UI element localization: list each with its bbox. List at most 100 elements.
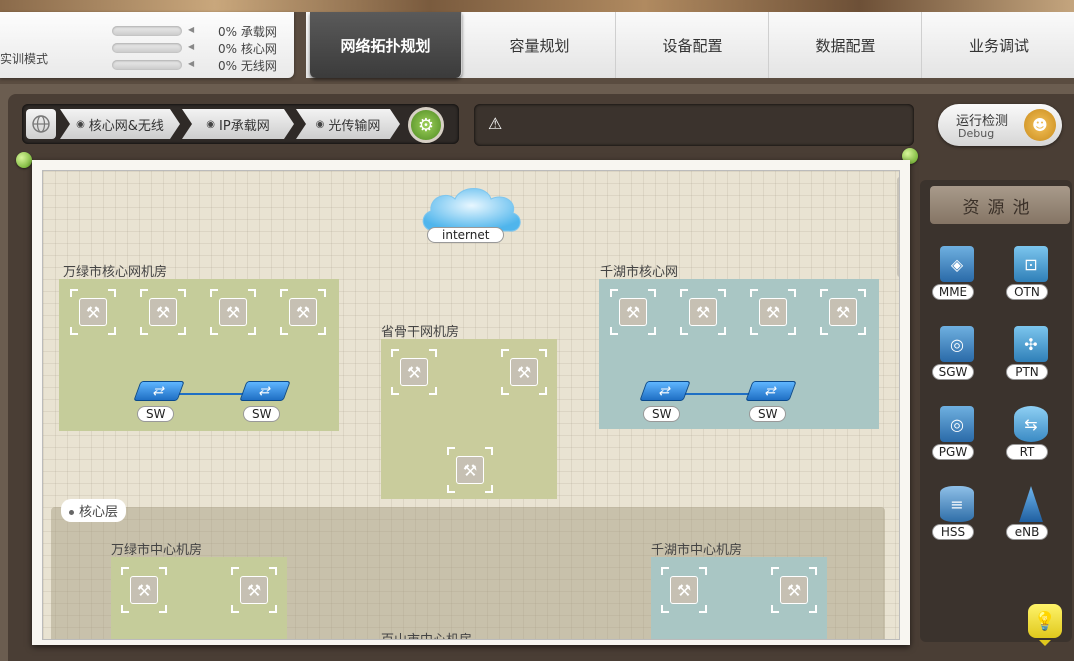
device-slot[interactable]: ⚒	[70, 289, 116, 335]
device-slot[interactable]: ⚒	[610, 289, 656, 335]
switch-icon: ⇄	[133, 381, 185, 401]
globe-button[interactable]	[26, 109, 56, 139]
tab-capacity[interactable]: 容量规划	[464, 12, 616, 78]
resource-label: MME	[932, 284, 974, 300]
core-layer-label: 核心层	[61, 499, 127, 522]
device-slot[interactable]: ⚒	[447, 447, 493, 493]
main-tabs: 网络拓扑规划 容量规划 设备配置 数据配置 业务调试	[306, 12, 1074, 78]
antenna-icon	[1019, 486, 1043, 522]
resource-sgw[interactable]: ◎ SGW	[932, 326, 982, 386]
settings-button[interactable]: ⚙	[408, 107, 444, 143]
wrench-icon: ⚒	[510, 358, 538, 386]
otn-icon: ⊡	[1014, 246, 1048, 282]
ptn-icon: ✣	[1014, 326, 1048, 362]
switch-icon: ⇄	[239, 381, 291, 401]
breadcrumb-ip-bearer[interactable]: ◉ IP承载网	[182, 109, 294, 139]
progress-text: 0% 核心网	[218, 42, 277, 56]
device-slot[interactable]: ⚒	[750, 289, 796, 335]
device-slot[interactable]: ⚒	[280, 289, 326, 335]
eye-icon: ◉	[315, 118, 325, 130]
resource-label: PTN	[1006, 364, 1048, 380]
breadcrumb-core-wireless[interactable]: ◉ 核心网&无线	[60, 109, 180, 139]
debug-button[interactable]: 运行检测 Debug ☻	[938, 104, 1062, 146]
resource-pool: 资源池 ◈ MME ⊡ OTN ◎ SGW ✣ PTN ◎ PGW ⇆ RT ≡ HSS eN…	[920, 180, 1072, 642]
mode-label: 实训模式	[0, 52, 49, 66]
device-slot[interactable]: ⚒	[140, 289, 186, 335]
warning-icon[interactable]: ⚠	[488, 114, 502, 133]
canvas-scrollbar[interactable]	[897, 177, 899, 277]
resource-mme[interactable]: ◈ MME	[932, 246, 982, 306]
device-slot[interactable]: ⚒	[391, 349, 437, 395]
layer-toolbar: ◉ 核心网&无线 ◉ IP承载网 ◉ 光传输网 ⚙	[22, 104, 459, 144]
device-slot[interactable]: ⚒	[820, 289, 866, 335]
eye-icon: ◉	[76, 118, 85, 130]
device-slot[interactable]: ⚒	[210, 289, 256, 335]
wrench-icon: ⚒	[780, 576, 808, 604]
device-slot[interactable]: ⚒	[771, 567, 817, 613]
resource-otn[interactable]: ⊡ OTN	[1006, 246, 1056, 306]
resource-label: PGW	[932, 444, 974, 460]
wrench-icon: ⚒	[619, 298, 647, 326]
progress-bar	[112, 60, 182, 70]
switch-icon: ⇄	[745, 381, 797, 401]
wrench-icon: ⚒	[759, 298, 787, 326]
switch-node[interactable]: ⇄ SW	[639, 381, 691, 425]
progress-bearer: ◀ 0% 承载网	[112, 25, 282, 39]
tab-data-config[interactable]: 数据配置	[770, 12, 922, 78]
pool-title: 资源池	[930, 186, 1070, 224]
device-slot[interactable]: ⚒	[121, 567, 167, 613]
resource-rt[interactable]: ⇆ RT	[1006, 406, 1056, 466]
tab-service-debug[interactable]: 业务调试	[923, 12, 1074, 78]
wrench-icon: ⚒	[670, 576, 698, 604]
zone-title: 万绿市核心网机房	[63, 265, 168, 280]
resource-hss[interactable]: ≡ HSS	[932, 486, 982, 546]
breadcrumb-label: 核心网&无线	[88, 118, 164, 134]
pin-icon	[16, 152, 32, 168]
pgw-icon: ◎	[940, 406, 974, 442]
switch-node[interactable]: ⇄ SW	[133, 381, 185, 425]
internet-node[interactable]: internet	[417, 183, 525, 249]
device-slot[interactable]: ⚒	[661, 567, 707, 613]
wrench-icon: ⚒	[79, 298, 107, 326]
topology-canvas[interactable]: internet 万绿市核心网机房 省骨干网机房 千湖市核心网 ⚒ ⚒ ⚒ ⚒ …	[42, 170, 900, 640]
wrench-icon: ⚒	[400, 358, 428, 386]
device-slot[interactable]: ⚒	[231, 567, 277, 613]
wrench-icon: ⚒	[219, 298, 247, 326]
topology-canvas-frame: internet 万绿市核心网机房 省骨干网机房 千湖市核心网 ⚒ ⚒ ⚒ ⚒ …	[32, 160, 910, 645]
resource-label: RT	[1006, 444, 1048, 460]
device-slot[interactable]: ⚒	[680, 289, 726, 335]
progress-wireless: ◀ 0% 无线网	[112, 59, 282, 73]
wrench-icon: ⚒	[689, 298, 717, 326]
resource-enb[interactable]: eNB	[1006, 486, 1056, 546]
wrench-icon: ⚒	[149, 298, 177, 326]
resource-pgw[interactable]: ◎ PGW	[932, 406, 982, 466]
resource-label: HSS	[932, 524, 974, 540]
tab-device-config[interactable]: 设备配置	[617, 12, 769, 78]
lightbulb-icon: 💡	[1033, 610, 1057, 632]
internet-label: internet	[427, 227, 505, 243]
switch-node[interactable]: ⇄ SW	[745, 381, 797, 425]
wrench-icon: ⚒	[130, 576, 158, 604]
tab-topology[interactable]: 网络拓扑规划	[310, 12, 462, 78]
resource-label: OTN	[1006, 284, 1048, 300]
breadcrumb-optical[interactable]: ◉ 光传输网	[296, 109, 400, 139]
wrench-icon: ⚒	[456, 456, 484, 484]
progress-text: 0% 无线网	[218, 59, 277, 73]
device-slot[interactable]: ⚒	[501, 349, 547, 395]
breadcrumb-label: 光传输网	[328, 118, 381, 134]
top-decor-strip	[0, 0, 1074, 12]
arrow-left-icon: ◀	[188, 59, 195, 68]
tip-arrow-icon	[1039, 640, 1051, 646]
mme-icon: ◈	[940, 246, 974, 282]
tips-button[interactable]: 💡	[1028, 604, 1062, 638]
zone-title: 省骨干网机房	[381, 325, 460, 340]
switch-node[interactable]: ⇄ SW	[239, 381, 291, 425]
resource-ptn[interactable]: ✣ PTN	[1006, 326, 1056, 386]
switch-label: SW	[137, 406, 175, 422]
wrench-icon: ⚒	[289, 298, 317, 326]
progress-text: 0% 承载网	[218, 25, 277, 39]
progress-core: ◀ 0% 核心网	[112, 42, 282, 56]
switch-icon: ⇄	[639, 381, 691, 401]
robot-icon: ☻	[1024, 109, 1056, 141]
resource-label: eNB	[1006, 524, 1048, 540]
